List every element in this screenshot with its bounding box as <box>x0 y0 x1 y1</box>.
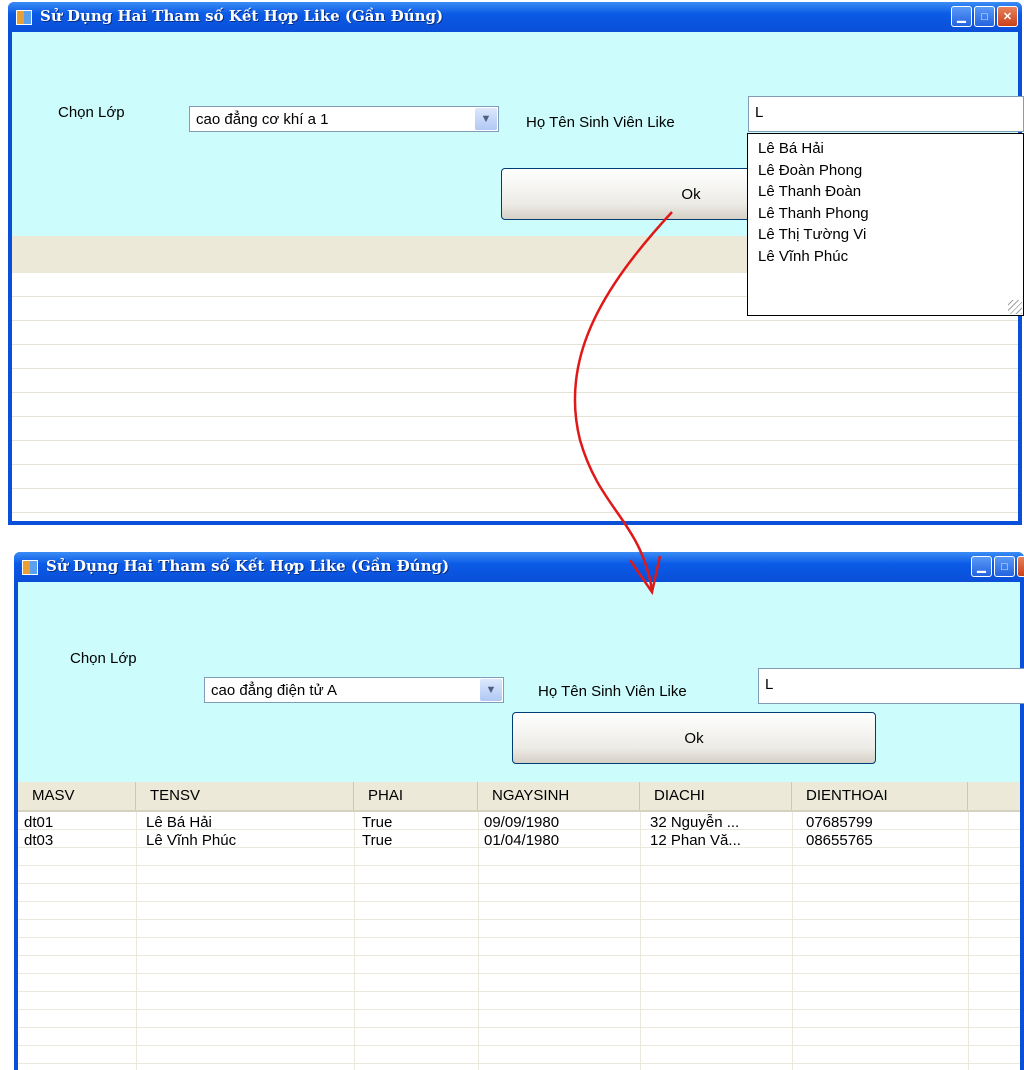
class-value: cao đẳng điện tử A <box>211 682 337 699</box>
name-input[interactable]: L <box>748 96 1024 132</box>
grid-header: MASV TENSV PHAI NGAYSINH DIACHI DIENTHOA… <box>18 782 1020 812</box>
class-label: Chọn Lớp <box>58 104 125 121</box>
minimize-icon[interactable]: ▁ <box>951 6 972 27</box>
results-grid[interactable]: MASV TENSV PHAI NGAYSINH DIACHI DIENTHOA… <box>18 782 1020 1070</box>
close-icon[interactable]: ✕ <box>1017 556 1024 577</box>
window-title: Sử Dụng Hai Tham số Kết Hợp Like (Gần Đú… <box>40 7 444 25</box>
cell-ngaysinh: 09/09/1980 <box>484 814 560 831</box>
cell-masv: dt01 <box>24 814 54 831</box>
cell-ngaysinh: 01/04/1980 <box>484 832 560 849</box>
suggestion-item[interactable]: Lê Vĩnh Phúc <box>748 246 1023 268</box>
class-combobox[interactable]: cao đẳng cơ khí a 1 ▼ <box>189 106 499 132</box>
app-window-icon <box>16 10 32 25</box>
class-combobox[interactable]: cao đẳng điện tử A ▼ <box>204 677 504 703</box>
cell-dienthoai: 08655765 <box>806 832 873 849</box>
name-input-value: L <box>765 676 774 693</box>
suggestion-item[interactable]: Lê Bá Hải <box>748 138 1023 160</box>
chevron-down-icon[interactable]: ▼ <box>480 679 502 701</box>
class-value: cao đẳng cơ khí a 1 <box>196 111 329 128</box>
cell-diachi: 12 Phan Vă... <box>650 832 741 849</box>
cell-diachi: 32 Nguyễn ... <box>650 814 740 831</box>
maximize-icon[interactable]: □ <box>994 556 1015 577</box>
chevron-down-icon[interactable]: ▼ <box>475 108 497 130</box>
window-title: Sử Dụng Hai Tham số Kết Hợp Like (Gần Đú… <box>46 557 450 575</box>
cell-phai: True <box>362 832 393 849</box>
column-divider <box>136 812 137 1070</box>
column-divider <box>640 812 641 1070</box>
name-input[interactable]: L <box>758 668 1024 704</box>
column-header-filler <box>968 782 1020 810</box>
suggestion-item[interactable]: Lê Thanh Phong <box>748 203 1023 225</box>
form-client: Chọn Lớp cao đẳng cơ khí a 1 ▼ Họ Tên Si… <box>12 32 1024 521</box>
cell-tensv: Lê Bá Hải <box>146 814 212 831</box>
column-header[interactable]: NGAYSINH <box>478 782 640 810</box>
suggestion-item[interactable]: Lê Đoàn Phong <box>748 160 1023 182</box>
ok-button[interactable]: Ok <box>512 712 876 764</box>
minimize-icon[interactable]: ▁ <box>971 556 992 577</box>
autocomplete-list[interactable]: Lê Bá Hải Lê Đoàn Phong Lê Thanh Đoàn Lê… <box>747 133 1024 316</box>
title-bar[interactable]: Sử Dụng Hai Tham số Kết Hợp Like (Gần Đú… <box>8 2 1022 32</box>
suggestion-item[interactable]: Lê Thị Tường Vi <box>748 224 1023 246</box>
cell-tensv: Lê Vĩnh Phúc <box>146 832 237 849</box>
column-divider <box>968 812 969 1070</box>
app-window-icon <box>22 560 38 575</box>
form-client: Chọn Lớp cao đẳng điện tử A ▼ Họ Tên Sin… <box>18 582 1024 1070</box>
window-top: Sử Dụng Hai Tham số Kết Hợp Like (Gần Đú… <box>8 2 1024 525</box>
column-header[interactable]: PHAI <box>354 782 478 810</box>
suggestion-item[interactable]: Lê Thanh Đoàn <box>748 181 1023 203</box>
grid-rows <box>18 812 1020 1070</box>
column-divider <box>792 812 793 1070</box>
class-label: Chọn Lớp <box>70 650 137 667</box>
column-header[interactable]: MASV <box>18 782 136 810</box>
table-row[interactable]: dt01 Lê Bá Hải True 09/09/1980 32 Nguyễn… <box>18 814 1020 832</box>
column-divider <box>478 812 479 1070</box>
name-label: Họ Tên Sinh Viên Like <box>526 114 675 131</box>
cell-masv: dt03 <box>24 832 54 849</box>
column-divider <box>354 812 355 1070</box>
resize-grip-icon[interactable] <box>1008 300 1022 314</box>
window-bottom: Sử Dụng Hai Tham số Kết Hợp Like (Gần Đú… <box>14 552 1024 1070</box>
column-header[interactable]: DIACHI <box>640 782 792 810</box>
title-bar[interactable]: Sử Dụng Hai Tham số Kết Hợp Like (Gần Đú… <box>14 552 1024 582</box>
cell-dienthoai: 07685799 <box>806 814 873 831</box>
column-header[interactable]: DIENTHOAI <box>792 782 968 810</box>
name-input-value: L <box>755 104 764 121</box>
cell-phai: True <box>362 814 393 831</box>
column-header[interactable]: TENSV <box>136 782 354 810</box>
name-label: Họ Tên Sinh Viên Like <box>538 683 687 700</box>
maximize-icon[interactable]: □ <box>974 6 995 27</box>
table-row[interactable]: dt03 Lê Vĩnh Phúc True 01/04/1980 12 Pha… <box>18 832 1020 850</box>
close-icon[interactable]: ✕ <box>997 6 1018 27</box>
